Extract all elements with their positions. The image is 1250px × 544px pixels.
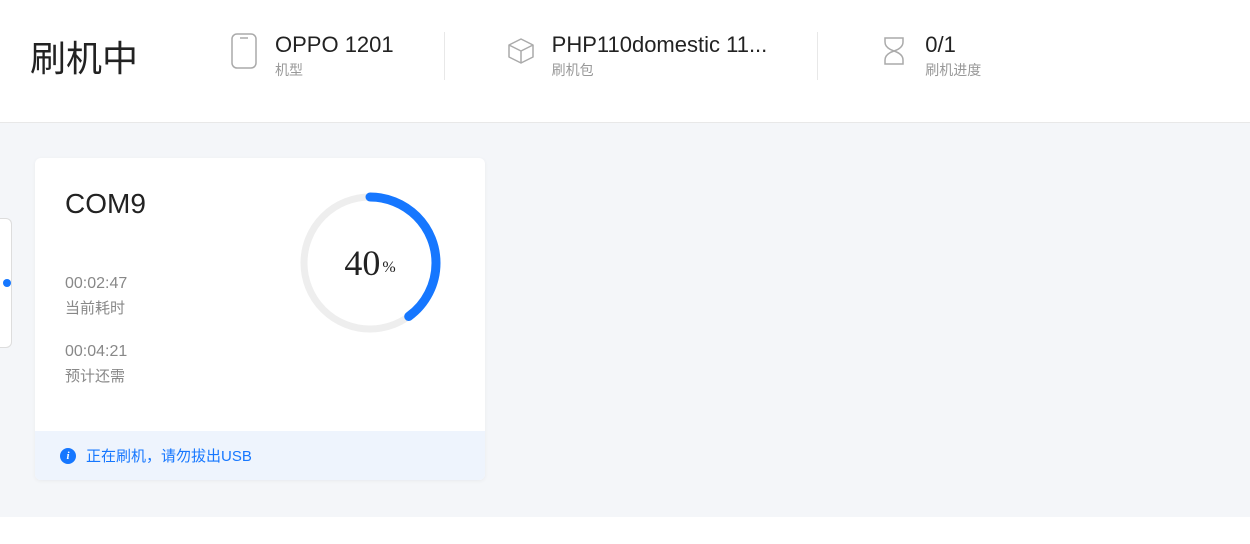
elapsed-block: 00:02:47 当前耗时 — [65, 275, 295, 318]
status-bar: i 正在刷机，请勿拔出USB — [35, 431, 485, 480]
progress-ring: 40% — [295, 188, 445, 338]
info-icon: i — [60, 448, 76, 464]
port-name: COM9 — [65, 188, 295, 220]
package-icon — [505, 32, 537, 70]
flash-card: COM9 00:02:47 当前耗时 00:04:21 预计还需 40% — [35, 158, 485, 480]
progress-value: 0/1 — [925, 32, 981, 58]
side-expand-handle[interactable] — [0, 218, 12, 348]
hourglass-icon — [878, 32, 910, 70]
package-label: 刷机包 — [552, 60, 768, 80]
remaining-label: 预计还需 — [65, 365, 295, 386]
dot-indicator-icon — [3, 279, 11, 287]
phone-icon — [228, 32, 260, 70]
progress-info: 0/1 刷机进度 — [878, 32, 1031, 80]
package-info: PHP110domestic 11... 刷机包 — [505, 32, 819, 80]
remaining-value: 00:04:21 — [65, 343, 295, 361]
status-text: 正在刷机，请勿拔出USB — [86, 445, 252, 466]
package-value: PHP110domestic 11... — [552, 32, 768, 58]
percent-number: 40 — [344, 242, 380, 284]
percent-suffix: % — [382, 259, 395, 277]
body-area: COM9 00:02:47 当前耗时 00:04:21 预计还需 40% — [0, 123, 1250, 517]
page-title: 刷机中 — [30, 30, 138, 82]
progress-percent: 40% — [295, 188, 445, 338]
progress-label: 刷机进度 — [925, 60, 981, 80]
device-value: OPPO 1201 — [275, 32, 394, 58]
elapsed-label: 当前耗时 — [65, 297, 295, 318]
device-label: 机型 — [275, 60, 394, 80]
remaining-block: 00:04:21 预计还需 — [65, 343, 295, 386]
device-info: OPPO 1201 机型 — [228, 32, 445, 80]
elapsed-value: 00:02:47 — [65, 275, 295, 293]
header-bar: 刷机中 OPPO 1201 机型 PHP110domestic 11... 刷机… — [0, 0, 1250, 123]
